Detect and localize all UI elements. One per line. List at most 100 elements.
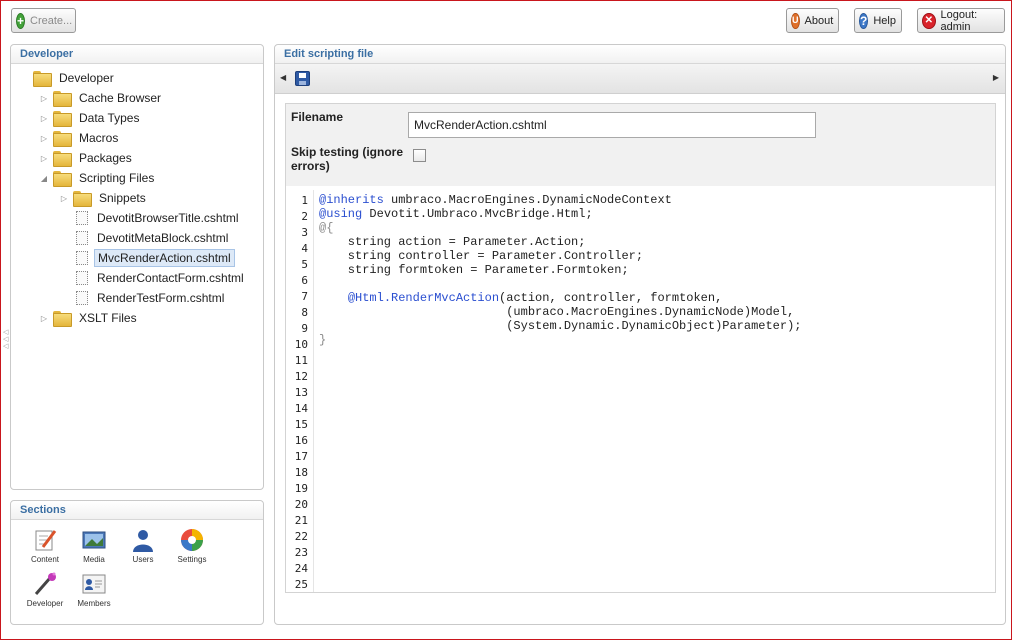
code-line: @using Devotit.Umbraco.MvcBridge.Html; xyxy=(319,207,593,221)
tree-folder-item[interactable]: Developer xyxy=(19,68,117,88)
section-settings-label: Settings xyxy=(177,555,207,564)
file-icon xyxy=(76,271,88,285)
section-content-label: Content xyxy=(30,555,60,564)
file-icon xyxy=(76,251,88,265)
folder-icon xyxy=(53,131,72,147)
users-icon xyxy=(130,528,156,552)
help-button[interactable]: ? Help xyxy=(854,8,902,33)
skip-testing-checkbox[interactable] xyxy=(413,149,426,162)
toolbar-scroll-left-icon[interactable]: ◀ xyxy=(280,73,286,82)
members-icon xyxy=(81,572,107,596)
line-number: 2 xyxy=(301,210,308,223)
line-number: 25 xyxy=(294,578,308,591)
line-number: 8 xyxy=(301,306,308,319)
section-developer[interactable]: Developer xyxy=(22,572,68,608)
line-number: 20 xyxy=(294,498,308,511)
logout-button[interactable]: ✕ Logout: admin xyxy=(917,8,1005,33)
tree-folder-item[interactable]: ▷ Packages xyxy=(39,148,135,168)
tree-folder-item[interactable]: ▷ Cache Browser xyxy=(39,88,164,108)
folder-icon xyxy=(53,151,72,167)
line-number: 10 xyxy=(294,338,308,351)
edit-scripting-panel: Edit scripting file ◀ ▶ Filename Skip te… xyxy=(274,44,1006,625)
tree-file-item[interactable]: DevotitMetaBlock.cshtml xyxy=(59,228,231,248)
tree-item-label: RenderTestForm.cshtml xyxy=(97,291,225,305)
section-media[interactable]: Media xyxy=(71,528,117,564)
toolbar-scroll-right-icon[interactable]: ▶ xyxy=(993,73,999,82)
code-line: string controller = Parameter.Controller… xyxy=(319,249,643,263)
line-number: 5 xyxy=(301,258,308,271)
expand-arrow-icon[interactable]: ▷ xyxy=(39,314,49,323)
collapse-arrow-icon[interactable]: ◢ xyxy=(39,174,49,183)
logout-button-label: Logout: admin xyxy=(940,8,978,33)
code-line: @inherits umbraco.MacroEngines.DynamicNo… xyxy=(319,193,672,207)
line-number: 22 xyxy=(294,530,308,543)
create-button[interactable]: + Create... xyxy=(11,8,76,33)
section-developer-label: Developer xyxy=(26,599,64,608)
line-number: 11 xyxy=(294,354,308,367)
tree-item-label: Snippets xyxy=(99,191,146,205)
section-settings[interactable]: Settings xyxy=(169,528,215,564)
code-line: @{ xyxy=(319,221,333,235)
skip-testing-label: Skip testing (ignore errors) xyxy=(291,145,404,173)
tree-folder-item[interactable]: ◢ Scripting Files xyxy=(39,168,157,188)
tree-file-item[interactable]: MvcRenderAction.cshtml xyxy=(59,248,235,268)
tree-item-label: Packages xyxy=(79,151,132,165)
expand-arrow-icon[interactable]: ▷ xyxy=(39,94,49,103)
code-token: string controller = Parameter.Controller… xyxy=(319,249,644,263)
settings-icon xyxy=(179,528,205,552)
tree-file-item[interactable]: RenderTestForm.cshtml xyxy=(59,288,227,308)
section-members-label: Members xyxy=(77,599,111,608)
code-line: (System.Dynamic.DynamicObject)Parameter)… xyxy=(319,319,801,333)
code-token: umbraco.MacroEngines.DynamicNodeContext xyxy=(383,193,672,207)
line-number: 4 xyxy=(301,242,308,255)
expand-arrow-icon[interactable]: ▷ xyxy=(39,114,49,123)
code-token: Devotit.Umbraco.MvcBridge.Html; xyxy=(362,207,593,221)
edit-form: Filename Skip testing (ignore errors) 12… xyxy=(285,103,996,593)
folder-icon xyxy=(53,111,72,127)
help-button-label: Help xyxy=(873,14,896,27)
tree-folder-item[interactable]: ▷ Snippets xyxy=(59,188,149,208)
section-users-label: Users xyxy=(132,555,154,564)
developer-icon xyxy=(32,572,58,596)
create-button-label: Create... xyxy=(30,14,73,27)
code-line: string formtoken = Parameter.Formtoken; xyxy=(319,263,629,277)
code-line: } xyxy=(319,333,326,347)
filename-input[interactable] xyxy=(408,112,816,138)
filename-label: Filename xyxy=(291,110,344,124)
close-icon: ✕ xyxy=(922,12,936,29)
tree-folder-item[interactable]: ▷ Data Types xyxy=(39,108,142,128)
line-number: 16 xyxy=(294,434,308,447)
expand-arrow-icon[interactable]: ▷ xyxy=(39,134,49,143)
code-token: } xyxy=(319,333,327,347)
developer-panel-title: Developer xyxy=(11,45,263,64)
section-content[interactable]: Content xyxy=(22,528,68,564)
tree-folder-item[interactable]: ▷ XSLT Files xyxy=(39,308,140,328)
code-token: string formtoken = Parameter.Formtoken; xyxy=(319,263,629,277)
tree-file-item[interactable]: RenderContactForm.cshtml xyxy=(59,268,247,288)
tree-file-item[interactable]: DevotitBrowserTitle.cshtml xyxy=(59,208,242,228)
save-icon[interactable] xyxy=(295,71,310,86)
splitter-handle[interactable]: ◁ ◁ ◁ xyxy=(3,329,9,350)
content-icon xyxy=(32,528,58,552)
code-editor[interactable]: 1 2 3 4 5 6 7 8 9 10 11 12 13 14 15 16 17 18 19 20 21 22 23 24 2… xyxy=(286,190,995,592)
code-token: @Html.RenderMvcAction xyxy=(347,291,500,305)
sections-panel: Sections Content Media Users Settings De… xyxy=(10,500,264,625)
tree-item-label: RenderContactForm.cshtml xyxy=(97,271,244,285)
section-users[interactable]: Users xyxy=(120,528,166,564)
code-token: (action, controller, formtoken, xyxy=(499,291,723,305)
section-members[interactable]: Members xyxy=(71,572,117,608)
line-number: 9 xyxy=(301,322,308,335)
form-header: Filename Skip testing (ignore errors) xyxy=(286,104,995,186)
code-token: (System.Dynamic.DynamicObject)Parameter)… xyxy=(319,319,802,333)
tree-folder-item[interactable]: ▷ Macros xyxy=(39,128,121,148)
code-token: @inherits xyxy=(319,193,384,207)
tree-item-label: DevotitBrowserTitle.cshtml xyxy=(97,211,239,225)
expand-arrow-icon[interactable]: ▷ xyxy=(59,194,69,203)
about-button[interactable]: U About xyxy=(786,8,839,33)
expand-arrow-icon[interactable]: ▷ xyxy=(39,154,49,163)
media-icon xyxy=(81,528,107,552)
code-token: (umbraco.MacroEngines.DynamicNode)Model, xyxy=(319,305,795,319)
umbraco-logo-icon: U xyxy=(791,12,800,29)
editor-toolbar: ◀ ▶ xyxy=(275,64,1005,94)
